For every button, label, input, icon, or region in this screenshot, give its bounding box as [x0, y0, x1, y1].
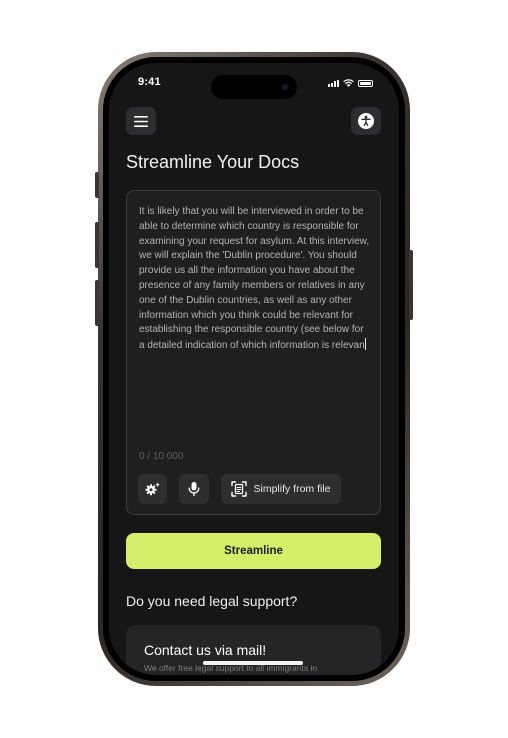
- document-editor[interactable]: It is likely that you will be interviewe…: [126, 190, 381, 515]
- simplify-from-file-button[interactable]: Simplify from file: [221, 474, 341, 504]
- page-title: Streamline Your Docs: [126, 152, 300, 172]
- accessibility-button[interactable]: [351, 107, 381, 135]
- cellular-signal-icon: [328, 79, 339, 87]
- menu-button[interactable]: [126, 107, 156, 135]
- legal-support-heading: Do you need legal support?: [126, 593, 298, 609]
- microphone-icon: [188, 482, 200, 496]
- action-button: [95, 172, 99, 198]
- contact-title: Contact us via mail!: [144, 642, 267, 658]
- document-scan-icon: [231, 481, 248, 497]
- gear-sparkle-icon: [145, 482, 160, 496]
- volume-up-button: [95, 222, 99, 268]
- camera-dot: [282, 84, 288, 90]
- contact-card[interactable]: Contact us via mail! We offer free legal…: [126, 625, 381, 675]
- settings-button[interactable]: [138, 474, 167, 504]
- hamburger-icon: [134, 115, 148, 127]
- microphone-button[interactable]: [179, 474, 209, 504]
- status-icons: [328, 79, 373, 87]
- text-caret: [364, 338, 366, 351]
- app-screen: 9:41 Streamline Your Docs It is likely t…: [109, 63, 399, 675]
- status-time: 9:41: [138, 76, 161, 88]
- accessibility-icon: [358, 113, 374, 129]
- streamline-button[interactable]: Streamline: [126, 533, 381, 569]
- home-indicator[interactable]: [203, 661, 303, 665]
- character-counter: 0 / 10 000: [139, 451, 184, 462]
- dynamic-island: [211, 75, 297, 99]
- volume-down-button: [95, 280, 99, 326]
- battery-icon: [358, 79, 373, 87]
- power-button: [409, 250, 413, 320]
- simplify-from-file-label: Simplify from file: [253, 483, 331, 495]
- editor-textarea[interactable]: It is likely that you will be interviewe…: [139, 205, 371, 354]
- editor-text: It is likely that you will be interviewe…: [139, 206, 370, 352]
- wifi-icon: [343, 79, 354, 87]
